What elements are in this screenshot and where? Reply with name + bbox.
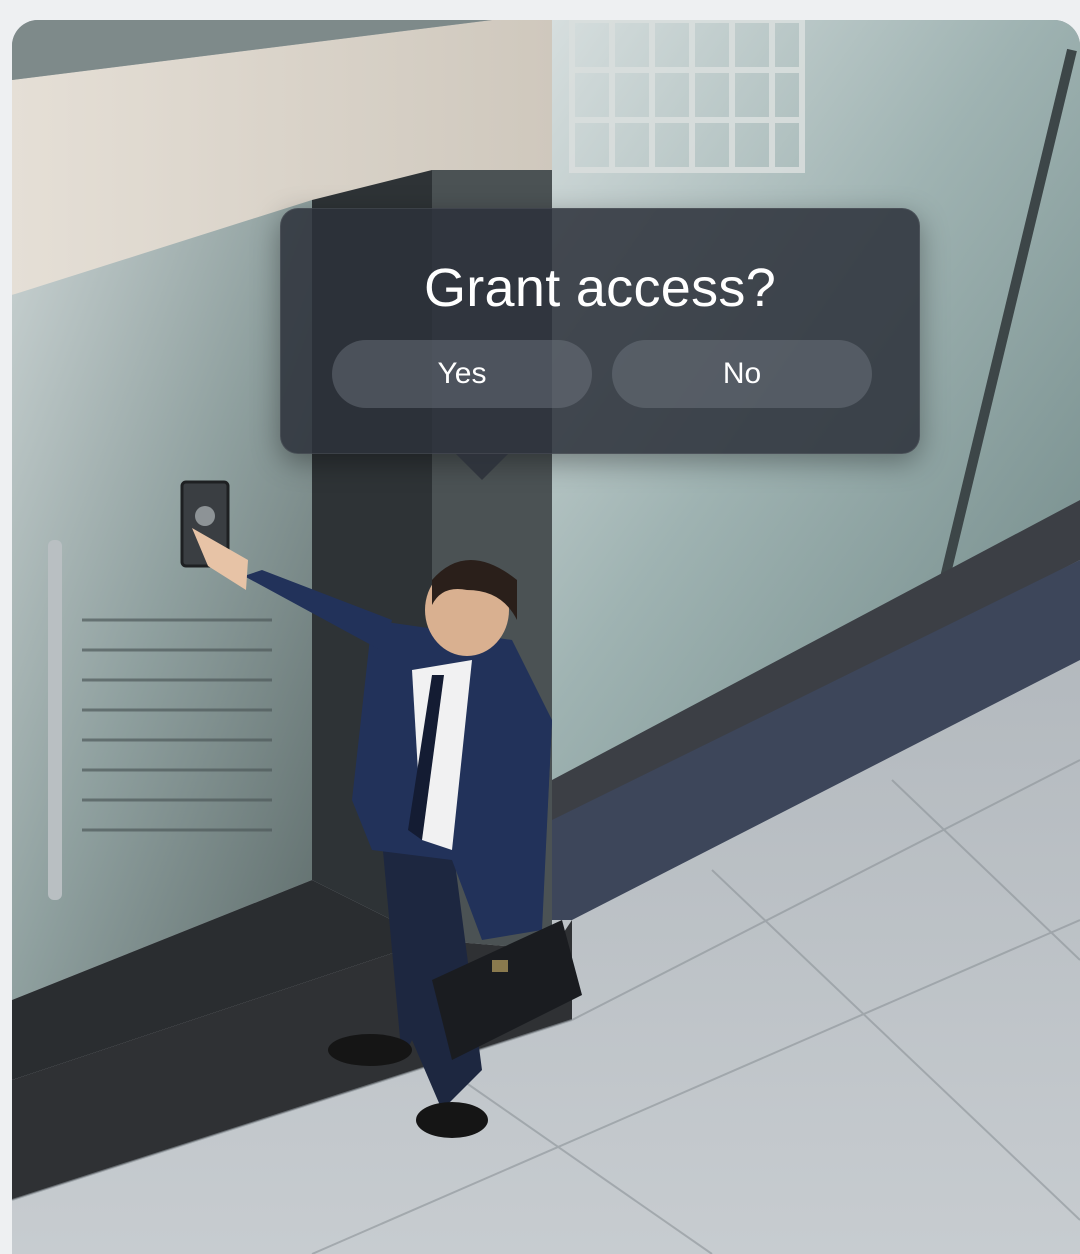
no-button[interactable]: No [612,340,872,408]
grant-access-dialog: Grant access? Yes No [280,208,920,480]
dialog-pointer-arrow [456,454,508,480]
dialog-title: Grant access? [423,258,777,318]
photo-card: Grant access? Yes No [12,20,1080,1254]
building-entrance-photo [12,20,1080,1254]
yes-button[interactable]: Yes [332,340,592,408]
